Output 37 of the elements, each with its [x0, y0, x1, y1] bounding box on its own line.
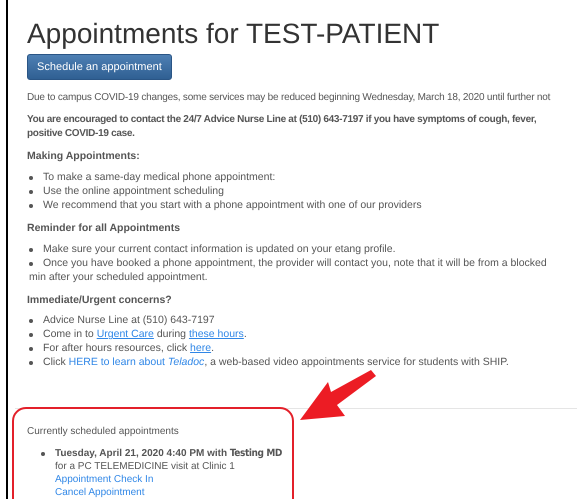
list-item-text: min after your scheduled appointment.	[29, 270, 208, 285]
bullet-icon	[29, 176, 33, 180]
appointment-time: Tuesday, April 21, 2020 4:40 PM with Testing MD	[55, 447, 282, 460]
bullet-icon	[29, 248, 33, 252]
list-item-text: Use the online appointment scheduling	[43, 184, 224, 199]
bullet-icon	[29, 333, 33, 338]
bullet-icon	[29, 361, 33, 366]
list-item-text: Once you have booked a phone appointment, the provider will contact you, note that it will be from a blocked	[43, 256, 547, 271]
appointment-link[interactable]: Appointment Check In	[55, 473, 282, 486]
section-heading: Immediate/Urgent concerns?	[27, 292, 173, 308]
list-item-text: Click HERE to learn about Teladoc, a web-based video appointments service for students with SHIP.	[43, 355, 509, 370]
appointment-link[interactable]: Cancel Appointment	[55, 486, 282, 499]
link[interactable]: here	[190, 342, 212, 354]
link[interactable]: Urgent Care	[96, 328, 154, 340]
appointment-detail: for a PC TELEMEDICINE visit at Clinic 1	[55, 460, 236, 473]
link[interactable]: these hours	[188, 328, 244, 340]
link[interactable]: HERE to learn about Teladoc	[68, 356, 204, 368]
schedule-button[interactable]: Schedule an appointment	[27, 54, 172, 80]
notice-text: Due to campus COVID-19 changes, some services may be reduced beginning Wednesday, March 18, 2020 until further not	[27, 91, 552, 105]
bullet-icon	[29, 190, 33, 194]
list-item-text: Advice Nurse Line at (510) 643-7197	[43, 313, 215, 328]
bullet-icon	[29, 347, 33, 352]
list-item-text: Make sure your current contact information is updated on your etang profile.	[43, 242, 396, 257]
advisory-text: You are encouraged to contact the 24/7 Advice Nurse Line at (510) 643-7197 if you have symptoms of cough, fever, positive COVID-19 case.	[27, 113, 538, 141]
list-item-text: For after hours resources, click here.	[43, 341, 214, 356]
arrow-icon	[298, 370, 378, 422]
bullet-icon	[29, 204, 33, 208]
bullet-icon	[41, 452, 45, 456]
list-item-text: To make a same-day medical phone appointment:	[43, 170, 276, 185]
section-heading: Currently scheduled appointments	[27, 425, 180, 439]
page-title: Appointments for TEST-PATIENT	[27, 18, 440, 50]
bullet-icon	[29, 319, 33, 324]
section-heading: Reminder for all Appointments	[27, 220, 182, 236]
section-heading: Making Appointments:	[27, 149, 141, 164]
list-item-text: We recommend that you start with a phone appointment with one of our providers	[43, 198, 422, 213]
list-item-text: Come in to Urgent Care during these hours.	[43, 327, 247, 342]
bullet-icon	[29, 262, 33, 266]
